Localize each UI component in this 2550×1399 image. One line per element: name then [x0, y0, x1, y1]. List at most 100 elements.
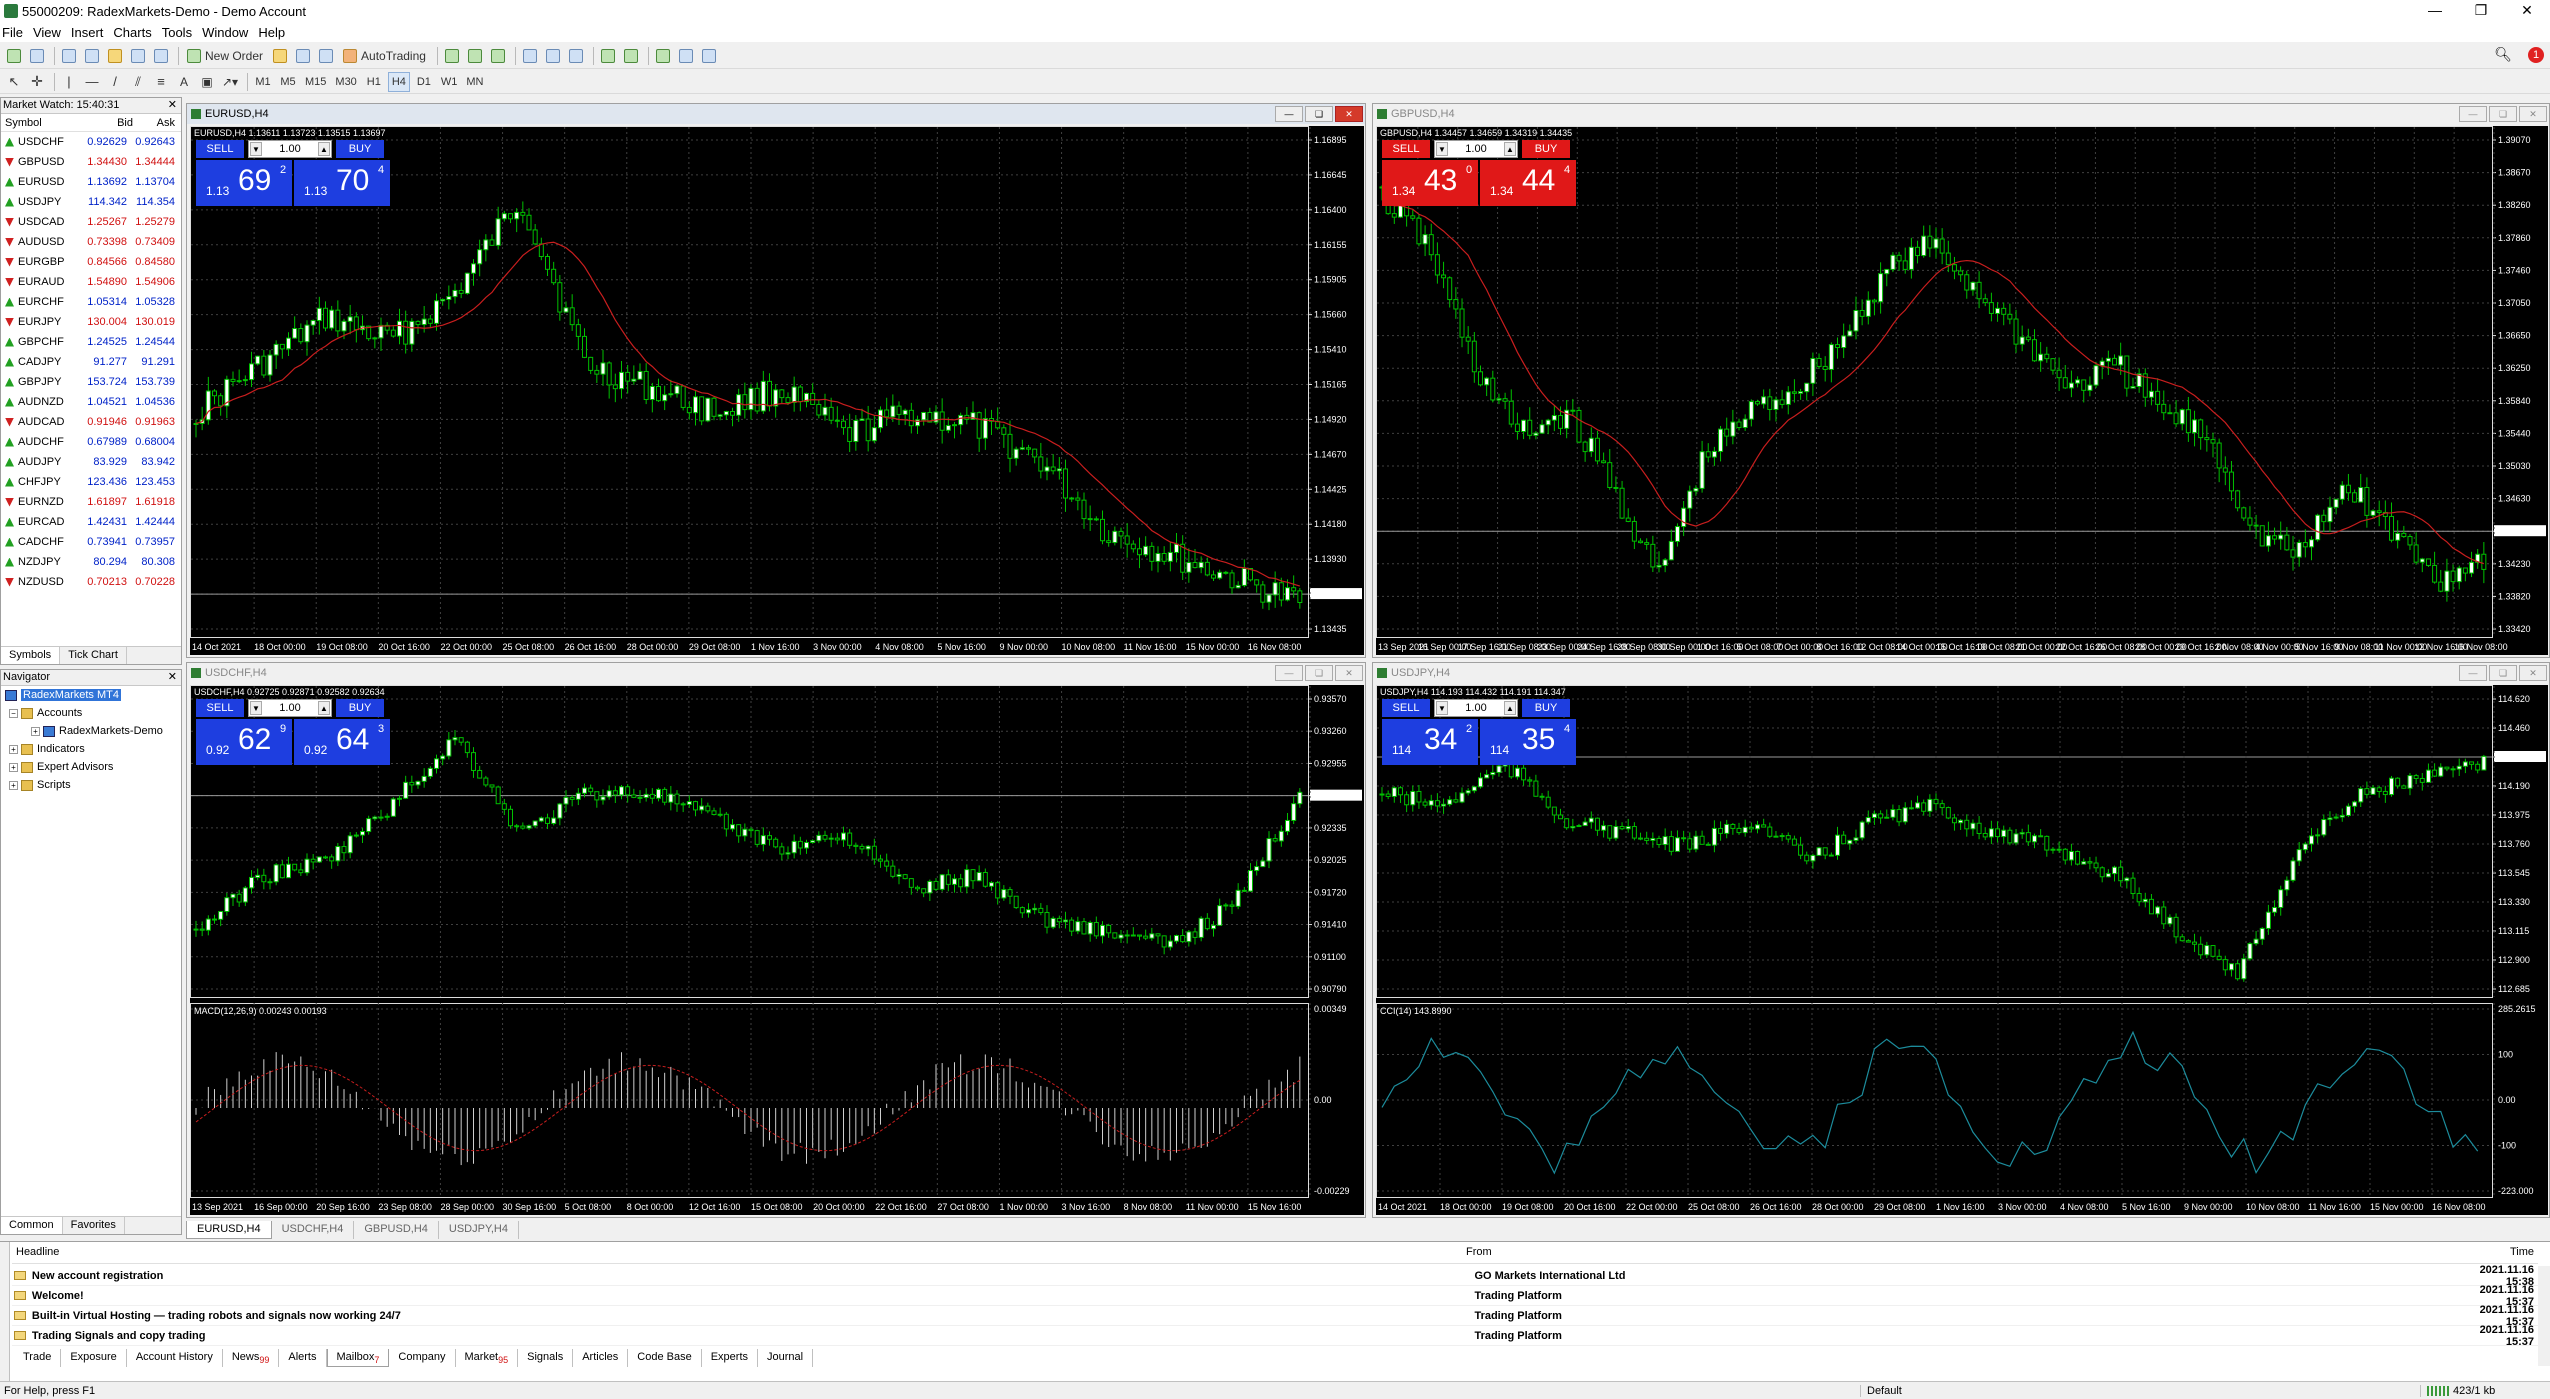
- decrease-lot-button[interactable]: ▼: [1436, 142, 1448, 156]
- text-label-icon[interactable]: ▣: [197, 72, 217, 92]
- chart-canvas[interactable]: 114.620 114.460 114.347 114.190 113.975 113.7…: [1376, 685, 2548, 1215]
- chart-window-titlebar[interactable]: USDCHF,H4 — ❏ ✕: [187, 663, 1365, 683]
- crosshair-icon[interactable]: ✛: [27, 72, 47, 92]
- message-row[interactable]: Trading Signals and copy trading Trading…: [12, 1324, 2538, 1348]
- timeframe-w1[interactable]: W1: [438, 72, 461, 92]
- timeframe-m5[interactable]: M5: [277, 72, 299, 92]
- decrease-lot-button[interactable]: ▼: [250, 142, 262, 156]
- chart-tab-eurusd[interactable]: EURUSD,H4: [186, 1221, 272, 1239]
- sell-button[interactable]: SELL: [196, 699, 244, 717]
- timeframe-m30[interactable]: M30: [332, 72, 359, 92]
- market-watch-row[interactable]: EURAUD 1.54890 1.54906: [1, 272, 181, 292]
- chart-shift-icon[interactable]: [621, 46, 641, 66]
- message-row[interactable]: Welcome! Trading Platform 2021.11.16 15:…: [12, 1284, 2538, 1308]
- sell-button[interactable]: SELL: [1382, 140, 1430, 158]
- market-watch-row[interactable]: EURCHF 1.05314 1.05328: [1, 292, 181, 312]
- status-connection[interactable]: 423/1 kb: [2420, 1384, 2495, 1397]
- chart-restore-button[interactable]: ❏: [2489, 665, 2517, 681]
- chart-canvas[interactable]: 1.16895 1.16645 1.16400 1.16155 1.15905 1.156…: [190, 126, 1364, 655]
- zoom-out-icon[interactable]: [543, 46, 563, 66]
- terminal-tab-exposure[interactable]: Exposure: [61, 1349, 127, 1367]
- buy-price-button[interactable]: 1.34 44 4: [1480, 160, 1576, 206]
- sell-price-button[interactable]: 1.13 69 2: [196, 160, 292, 206]
- sell-price-button[interactable]: 114 34 2: [1382, 719, 1478, 765]
- strategy-tester-icon[interactable]: [151, 46, 171, 66]
- close-icon[interactable]: ✕: [168, 98, 177, 113]
- sell-price-button[interactable]: 0.92 62 9: [196, 719, 292, 765]
- chart-minimize-button[interactable]: —: [1275, 106, 1303, 122]
- buy-price-button[interactable]: 0.92 64 3: [294, 719, 390, 765]
- market-watch-row[interactable]: AUDUSD 0.73398 0.73409: [1, 232, 181, 252]
- chart-autoscroll-icon[interactable]: [598, 46, 618, 66]
- column-time[interactable]: Time: [2462, 1246, 2538, 1263]
- expand-icon[interactable]: +: [9, 762, 18, 772]
- expand-icon[interactable]: +: [9, 744, 18, 754]
- column-headline[interactable]: Headline: [12, 1246, 1462, 1263]
- market-watch-row[interactable]: CADJPY 91.277 91.291: [1, 352, 181, 372]
- chart-tab-gbpusd[interactable]: GBPUSD,H4: [354, 1221, 439, 1239]
- column-from[interactable]: From: [1462, 1246, 2462, 1263]
- market-watch-row[interactable]: EURCAD 1.42431 1.42444: [1, 512, 181, 532]
- chart-canvas[interactable]: 1.39070 1.38670 1.38260 1.37860 1.37460 1.370…: [1376, 126, 2548, 655]
- terminal-tab-journal[interactable]: Journal: [758, 1349, 814, 1367]
- decrease-lot-button[interactable]: ▼: [1436, 701, 1448, 715]
- menu-tools[interactable]: Tools: [160, 25, 200, 40]
- close-button[interactable]: ✕: [2504, 0, 2550, 22]
- chart-window-titlebar[interactable]: GBPUSD,H4 — ❏ ✕: [1373, 104, 2549, 124]
- terminal-tab-articles[interactable]: Articles: [573, 1349, 629, 1367]
- tab-common[interactable]: Common: [1, 1217, 63, 1234]
- chart-tab-usdjpy[interactable]: USDJPY,H4: [439, 1221, 519, 1239]
- chart-minimize-button[interactable]: —: [2459, 665, 2487, 681]
- market-watch-row[interactable]: EURJPY 130.004 130.019: [1, 312, 181, 332]
- templates-icon[interactable]: [699, 46, 719, 66]
- terminal-tab-alerts[interactable]: Alerts: [279, 1349, 327, 1367]
- terminal-icon[interactable]: [128, 46, 148, 66]
- market-watch-row[interactable]: GBPUSD 1.34430 1.34444: [1, 152, 181, 172]
- profiles-icon[interactable]: [27, 46, 47, 66]
- terminal-tab-account-history[interactable]: Account History: [127, 1349, 223, 1367]
- buy-button[interactable]: BUY: [1522, 699, 1570, 717]
- chart-close-button[interactable]: ✕: [2519, 106, 2547, 122]
- chart-window[interactable]: GBPUSD,H4 — ❏ ✕ 1.39070 1.38670 1.38260 1.37860…: [1372, 103, 2550, 658]
- nav-scripts[interactable]: + Scripts: [1, 776, 181, 794]
- terminal-tab-news[interactable]: News99: [223, 1349, 280, 1367]
- terminal-tab-code-base[interactable]: Code Base: [628, 1349, 702, 1367]
- buy-price-button[interactable]: 1.13 70 4: [294, 160, 390, 206]
- market-watch-row[interactable]: CHFJPY 123.436 123.453: [1, 472, 181, 492]
- chart-window[interactable]: USDCHF,H4 — ❏ ✕ 0.93570 0.93260 0.92955 0.92634…: [186, 662, 1366, 1218]
- market-watch-row[interactable]: AUDJPY 83.929 83.942: [1, 452, 181, 472]
- market-watch-icon[interactable]: [59, 46, 79, 66]
- chart-restore-button[interactable]: ❏: [1305, 106, 1333, 122]
- terminal-tab-mailbox[interactable]: Mailbox7: [326, 1349, 390, 1367]
- lot-size-input[interactable]: ▼ 1.00 ▲: [248, 699, 332, 717]
- chart-window[interactable]: USDJPY,H4 — ❏ ✕ 114.620 114.460 114.347 114.190…: [1372, 662, 2550, 1218]
- terminal-tab-experts[interactable]: Experts: [702, 1349, 759, 1367]
- chart-close-button[interactable]: ✕: [1335, 665, 1363, 681]
- increase-lot-button[interactable]: ▲: [1504, 701, 1516, 715]
- terminal-scrollbar[interactable]: [2538, 1266, 2550, 1366]
- tab-tick-chart[interactable]: Tick Chart: [60, 647, 127, 664]
- sell-price-button[interactable]: 1.34 43 0: [1382, 160, 1478, 206]
- cursor-icon[interactable]: ↖: [4, 72, 24, 92]
- nav-account-demo[interactable]: + RadexMarkets-Demo: [1, 722, 181, 740]
- navigator-icon[interactable]: [105, 46, 125, 66]
- chart-window-titlebar[interactable]: USDJPY,H4 — ❏ ✕: [1373, 663, 2549, 683]
- search-icon[interactable]: 🔍︎: [2494, 46, 2512, 63]
- timeframe-mn[interactable]: MN: [463, 72, 486, 92]
- horizontal-line-icon[interactable]: —: [82, 72, 102, 92]
- decrease-lot-button[interactable]: ▼: [250, 701, 262, 715]
- equidistant-channel-icon[interactable]: ⫽: [128, 72, 148, 92]
- increase-lot-button[interactable]: ▲: [1504, 142, 1516, 156]
- minimize-button[interactable]: —: [2412, 0, 2458, 22]
- chart-minimize-button[interactable]: —: [2459, 106, 2487, 122]
- market-watch-row[interactable]: AUDNZD 1.04521 1.04536: [1, 392, 181, 412]
- collapse-icon[interactable]: −: [9, 708, 18, 718]
- chart-restore-button[interactable]: ❏: [2489, 106, 2517, 122]
- status-profile[interactable]: Default: [1860, 1384, 2420, 1397]
- menu-view[interactable]: View: [31, 25, 69, 40]
- alert-badge[interactable]: 1: [2528, 46, 2544, 63]
- periods-icon[interactable]: [676, 46, 696, 66]
- arrows-icon[interactable]: ↗▾: [220, 72, 240, 92]
- lot-size-input[interactable]: ▼ 1.00 ▲: [1434, 140, 1518, 158]
- tab-favorites[interactable]: Favorites: [63, 1217, 125, 1234]
